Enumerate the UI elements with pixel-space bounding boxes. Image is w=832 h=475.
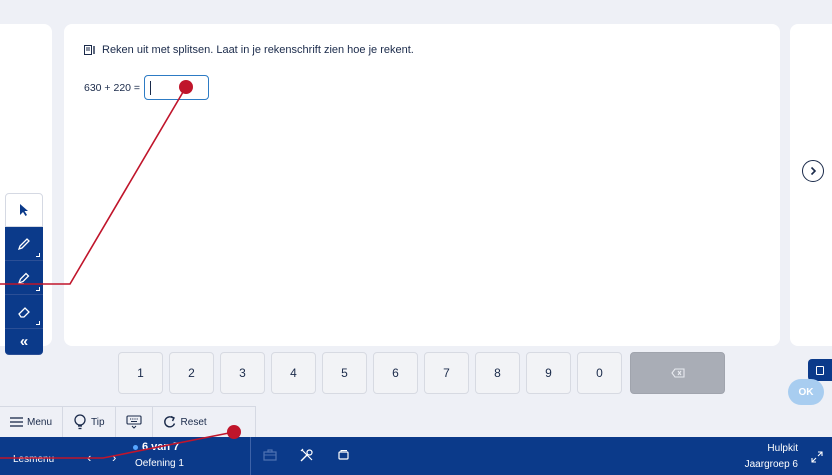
tip-button[interactable]: Tip bbox=[63, 407, 116, 437]
previous-exercise-button[interactable]: ‹ bbox=[87, 450, 91, 465]
question-instruction: Reken uit met splitsen. Laat in je reken… bbox=[84, 44, 414, 56]
key-9[interactable]: 9 bbox=[526, 352, 571, 394]
reset-icon bbox=[163, 415, 175, 428]
eraser-tool-button[interactable] bbox=[5, 295, 43, 329]
expression-text: 630 + 220 = bbox=[84, 81, 141, 94]
collapse-toolbar-button[interactable]: « bbox=[5, 329, 43, 355]
pencil-tool-button[interactable] bbox=[5, 227, 43, 261]
marker-tool-button[interactable] bbox=[5, 261, 43, 295]
next-panel bbox=[790, 24, 832, 346]
expand-icon[interactable] bbox=[811, 450, 823, 468]
select-tool-button[interactable] bbox=[5, 193, 43, 227]
tools-icon[interactable] bbox=[299, 448, 314, 468]
key-1[interactable]: 1 bbox=[118, 352, 163, 394]
reset-label: Reset bbox=[180, 416, 207, 428]
pencil-icon bbox=[17, 237, 30, 250]
lesmenu-button[interactable]: Lesmenu bbox=[13, 454, 54, 465]
side-panel-button[interactable] bbox=[808, 359, 832, 381]
key-0[interactable]: 0 bbox=[577, 352, 622, 394]
key-2[interactable]: 2 bbox=[169, 352, 214, 394]
chevron-right-icon bbox=[810, 166, 817, 176]
key-6[interactable]: 6 bbox=[373, 352, 418, 394]
menu-button[interactable]: Menu bbox=[0, 407, 64, 437]
instruction-text: Reken uit met splitsen. Laat in je reken… bbox=[102, 44, 414, 56]
hamburger-icon bbox=[10, 417, 23, 427]
backspace-icon bbox=[670, 368, 685, 378]
text-caret bbox=[150, 81, 152, 95]
progress-indicator: 6 van 7 bbox=[133, 441, 179, 453]
key-3[interactable]: 3 bbox=[220, 352, 265, 394]
keyboard-button[interactable] bbox=[116, 407, 153, 437]
number-keypad: 1 2 3 4 5 6 7 8 9 0 bbox=[118, 352, 725, 394]
exercise-card: Reken uit met splitsen. Laat in je reken… bbox=[64, 24, 780, 346]
progress-dot bbox=[133, 444, 138, 450]
cursor-arrow-icon bbox=[20, 204, 28, 216]
next-exercise-button[interactable]: › bbox=[112, 450, 116, 465]
ok-button[interactable]: OK bbox=[788, 379, 824, 405]
key-5[interactable]: 5 bbox=[322, 352, 367, 394]
hulpkit-label: Hulpkit bbox=[767, 443, 798, 454]
marker-icon bbox=[17, 272, 30, 284]
action-bar: Menu Tip Reset bbox=[0, 406, 256, 437]
bar-divider bbox=[250, 437, 251, 475]
bottom-navigation-bar: Lesmenu ‹ › 6 van 7 Oefening 1 Hulpkit J… bbox=[0, 437, 832, 475]
tip-label: Tip bbox=[91, 416, 105, 428]
exercise-label: Oefening 1 bbox=[135, 458, 184, 469]
key-8[interactable]: 8 bbox=[475, 352, 520, 394]
key-7[interactable]: 7 bbox=[424, 352, 469, 394]
panel-icon bbox=[816, 365, 824, 375]
progress-label: 6 van 7 bbox=[142, 441, 180, 453]
worksheet-icon bbox=[84, 44, 96, 56]
key-4[interactable]: 4 bbox=[271, 352, 316, 394]
keyboard-icon bbox=[125, 415, 142, 429]
backspace-key[interactable] bbox=[630, 352, 725, 394]
hulpkit-info[interactable]: Hulpkit Jaargroep 6 bbox=[745, 441, 798, 473]
answer-input[interactable] bbox=[144, 75, 210, 100]
briefcase-icon[interactable] bbox=[263, 448, 277, 467]
menu-label: Menu bbox=[27, 416, 53, 428]
reset-button[interactable]: Reset bbox=[153, 407, 217, 437]
expression-row: 630 + 220 = bbox=[84, 75, 210, 100]
next-question-button[interactable] bbox=[802, 160, 824, 182]
drawing-toolbar: « bbox=[5, 193, 43, 355]
lightbulb-icon bbox=[74, 414, 86, 430]
grade-label: Jaargroep 6 bbox=[744, 459, 798, 470]
copy-icon[interactable] bbox=[336, 448, 350, 467]
eraser-icon bbox=[18, 306, 30, 318]
